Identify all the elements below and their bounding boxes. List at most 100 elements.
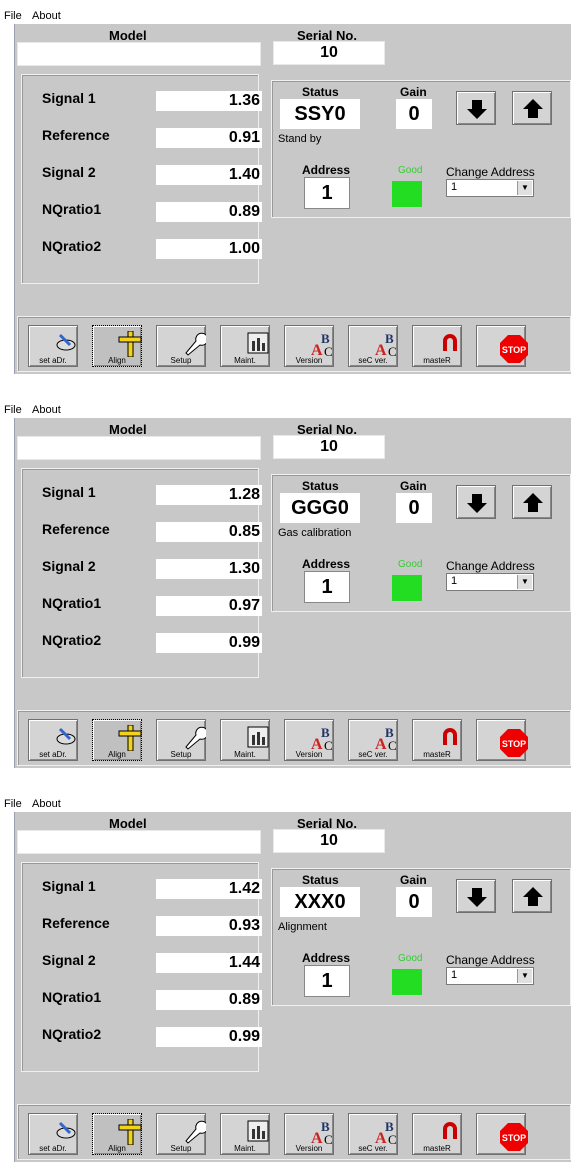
signal-label: NQratio2 — [42, 238, 102, 254]
gain-up-button[interactable] — [512, 485, 552, 519]
toolbar-button-label: Setup — [170, 750, 192, 759]
good-indicator — [392, 181, 422, 207]
change-address-value: 1 — [451, 969, 458, 981]
gain-value: 0 — [396, 99, 432, 129]
toolbar-button-label: Maint. — [234, 750, 256, 759]
menu-about[interactable]: About — [32, 405, 61, 416]
toolbar-button-label: Setup — [170, 1144, 192, 1153]
toolbar-button-label: Align — [108, 356, 126, 365]
toolbar-button-label: Version — [295, 356, 323, 365]
gain-up-button[interactable] — [512, 879, 552, 913]
toolbar-button-4[interactable]: A B C Version — [284, 325, 334, 367]
toolbar-button-label: seC ver. — [358, 1144, 388, 1153]
toolbar-button-1[interactable]: Align — [92, 325, 142, 367]
status-group: Status SSY0 Gain 0 Stand by Address 1 Go… — [271, 80, 571, 218]
gain-label: Gain — [400, 479, 427, 493]
toolbar-button-1[interactable]: Align — [92, 719, 142, 761]
change-address-select[interactable]: 1 ▼ — [446, 967, 534, 985]
signal-label: Signal 1 — [42, 90, 96, 106]
model-field — [17, 42, 261, 66]
menu-file[interactable]: File — [4, 11, 22, 22]
signal-value: 1.42 — [156, 879, 262, 899]
gain-label: Gain — [400, 85, 427, 99]
signal-value: 0.85 — [156, 522, 262, 542]
change-address-select[interactable]: 1 ▼ — [446, 573, 534, 591]
serial-field: 10 — [273, 829, 385, 853]
svg-text:STOP: STOP — [502, 345, 526, 355]
signals-group: Signal 1 1.36 Reference 0.91 Signal 2 1.40 NQr… — [21, 74, 262, 284]
good-indicator — [392, 575, 422, 601]
good-label: Good — [398, 165, 423, 176]
status-text: Gas calibration — [278, 527, 352, 539]
toolbar-button-6[interactable]: masteR — [412, 719, 462, 761]
menu-about[interactable]: About — [32, 11, 61, 22]
chevron-down-icon[interactable]: ▼ — [517, 969, 532, 983]
toolbar-button-7[interactable]: STOP — [476, 325, 528, 367]
toolbar-button-6[interactable]: masteR — [412, 325, 462, 367]
menu-file[interactable]: File — [4, 799, 22, 810]
main-panel: Model Serial No. 10 Signal 1 1.36 Referenc… — [14, 24, 571, 374]
status-label: Status — [302, 873, 339, 887]
menu-bar: File About — [0, 0, 571, 22]
toolbar-button-5[interactable]: A B CseC ver. — [348, 1113, 398, 1155]
change-address-select[interactable]: 1 ▼ — [446, 179, 534, 197]
chevron-down-icon[interactable]: ▼ — [517, 575, 532, 589]
toolbar-button-6[interactable]: masteR — [412, 1113, 462, 1155]
gain-down-button[interactable] — [456, 91, 496, 125]
signal-label: Reference — [42, 915, 110, 931]
signal-value: 1.00 — [156, 239, 262, 259]
toolbar-button-label: Setup — [170, 356, 192, 365]
status-text: Stand by — [278, 133, 322, 145]
toolbar-button-label: masteR — [423, 356, 451, 365]
toolbar-button-5[interactable]: A B CseC ver. — [348, 719, 398, 761]
toolbar-button-label: Align — [108, 750, 126, 759]
menu-about[interactable]: About — [32, 799, 61, 810]
toolbar-button-3[interactable]: Maint. — [220, 325, 270, 367]
status-label: Status — [302, 479, 339, 493]
gain-down-button[interactable] — [456, 879, 496, 913]
toolbar-button-2[interactable]: Setup — [156, 325, 206, 367]
arrow-down-icon — [467, 100, 487, 119]
status-text: Alignment — [278, 921, 327, 933]
toolbar-button-3[interactable]: Maint. — [220, 719, 270, 761]
status-group: Status GGG0 Gain 0 Gas calibration Addre… — [271, 474, 571, 612]
toolbar-button-7[interactable]: STOP — [476, 1113, 528, 1155]
toolbar-button-5[interactable]: A B CseC ver. — [348, 325, 398, 367]
signal-label: NQratio1 — [42, 595, 102, 611]
address-label: Address — [302, 951, 351, 965]
toolbar-button-2[interactable]: Setup — [156, 719, 206, 761]
gain-label: Gain — [400, 873, 427, 887]
serial-field: 10 — [273, 41, 385, 65]
toolbar-button-4[interactable]: A B C Version — [284, 719, 334, 761]
gain-value: 0 — [396, 493, 432, 523]
toolbar-button-label: set aDr. — [39, 750, 67, 759]
toolbar-button-label: Version — [295, 750, 323, 759]
gain-up-button[interactable] — [512, 91, 552, 125]
toolbar-button-0[interactable]: set aDr. — [28, 719, 78, 761]
model-label: Model — [109, 422, 147, 437]
signal-label: Signal 2 — [42, 164, 96, 180]
toolbar-button-0[interactable]: set aDr. — [28, 325, 78, 367]
signal-label: NQratio2 — [42, 1026, 102, 1042]
main-panel: Model Serial No. 10 Signal 1 1.28 Referenc… — [14, 418, 571, 768]
good-label: Good — [398, 953, 423, 964]
svg-text:STOP: STOP — [502, 739, 526, 749]
main-panel: Model Serial No. 10 Signal 1 1.42 Referenc… — [14, 812, 571, 1162]
signals-group: Signal 1 1.42 Reference 0.93 Signal 2 1.44 NQr… — [21, 862, 262, 1072]
toolbar: set aDr. Align Setup Maint. A B C Version A B CseC… — [17, 316, 571, 372]
application-window-1: File About Model Serial No. 10 Signal 11… — [0, 0, 571, 378]
toolbar-button-4[interactable]: A B C Version — [284, 1113, 334, 1155]
toolbar-button-2[interactable]: Setup — [156, 1113, 206, 1155]
toolbar-button-7[interactable]: STOP — [476, 719, 528, 761]
gain-down-button[interactable] — [456, 485, 496, 519]
signal-value: 0.91 — [156, 128, 262, 148]
toolbar-button-0[interactable]: set aDr. — [28, 1113, 78, 1155]
chevron-down-icon[interactable]: ▼ — [517, 181, 532, 195]
toolbar-button-1[interactable]: Align — [92, 1113, 142, 1155]
toolbar-button-label: masteR — [423, 1144, 451, 1153]
change-address-value: 1 — [451, 181, 458, 193]
arrow-up-icon — [523, 99, 543, 118]
status-label: Status — [302, 85, 339, 99]
toolbar-button-3[interactable]: Maint. — [220, 1113, 270, 1155]
menu-file[interactable]: File — [4, 405, 22, 416]
